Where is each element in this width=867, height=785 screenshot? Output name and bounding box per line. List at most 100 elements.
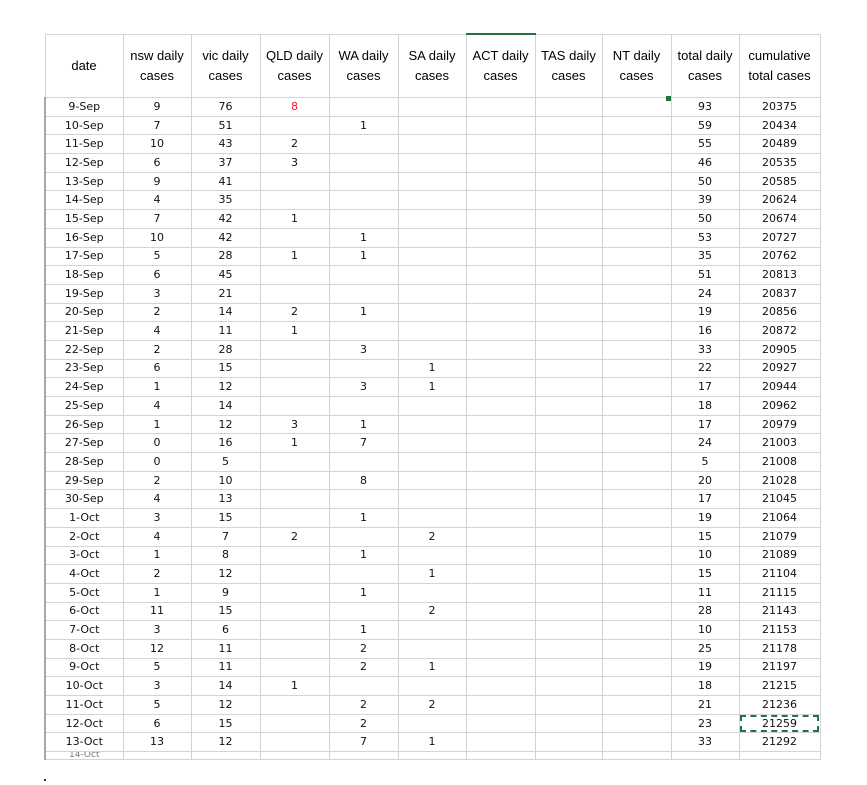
value-cell[interactable] [465, 676, 536, 696]
value-cell[interactable] [465, 695, 536, 715]
value-cell[interactable] [738, 751, 821, 761]
value-cell[interactable] [465, 564, 536, 584]
value-cell[interactable]: 20944 [738, 377, 821, 397]
value-cell[interactable]: 20813 [738, 265, 821, 285]
value-cell[interactable]: 20727 [738, 227, 821, 248]
value-cell[interactable]: 2 [328, 657, 399, 678]
value-cell[interactable] [328, 153, 399, 173]
value-cell[interactable]: 20927 [738, 358, 821, 379]
value-cell[interactable] [601, 582, 672, 603]
value-cell[interactable] [534, 489, 603, 510]
date-cell[interactable]: 13-Sep [44, 171, 124, 192]
value-cell[interactable]: 3 [122, 283, 192, 304]
value-cell[interactable] [465, 508, 536, 528]
value-cell[interactable] [601, 115, 672, 136]
value-cell[interactable]: 19 [670, 508, 740, 528]
value-cell[interactable] [601, 657, 672, 678]
value-cell[interactable] [465, 339, 536, 360]
value-cell[interactable] [259, 732, 330, 753]
value-cell[interactable] [397, 751, 467, 761]
value-cell[interactable]: 10 [122, 227, 192, 248]
value-cell[interactable] [328, 358, 399, 379]
date-cell[interactable]: 26-Sep [44, 414, 124, 435]
value-cell[interactable] [397, 620, 467, 640]
date-cell[interactable]: 12-Oct [44, 713, 124, 734]
value-cell[interactable] [328, 601, 399, 622]
date-cell[interactable]: 13-Oct [44, 732, 124, 753]
value-cell[interactable]: 3 [259, 153, 330, 173]
value-cell[interactable]: 21104 [738, 564, 821, 584]
value-cell[interactable] [601, 339, 672, 360]
value-cell[interactable] [465, 171, 536, 192]
value-cell[interactable] [534, 695, 603, 715]
value-cell[interactable] [534, 620, 603, 640]
value-cell[interactable]: 10 [670, 620, 740, 640]
value-cell[interactable] [534, 414, 603, 435]
value-cell[interactable] [397, 433, 467, 454]
column-header[interactable]: QLD daily cases [259, 33, 330, 98]
value-cell[interactable]: 53 [670, 227, 740, 248]
value-cell[interactable] [534, 751, 603, 761]
value-cell[interactable] [328, 209, 399, 229]
value-cell[interactable] [601, 638, 672, 659]
value-cell[interactable]: 93 [670, 97, 740, 117]
value-cell[interactable] [465, 470, 536, 491]
value-cell[interactable]: 20674 [738, 209, 821, 229]
value-cell[interactable] [397, 283, 467, 304]
value-cell[interactable] [328, 134, 399, 155]
date-cell[interactable]: 18-Sep [44, 265, 124, 285]
value-cell[interactable]: 13 [122, 732, 192, 753]
value-cell[interactable]: 20375 [738, 97, 821, 117]
value-cell[interactable] [601, 470, 672, 491]
value-cell[interactable]: 1 [259, 433, 330, 454]
date-cell[interactable]: 9-Oct [44, 657, 124, 678]
date-cell[interactable]: 11-Oct [44, 695, 124, 715]
value-cell[interactable] [328, 526, 399, 547]
value-cell[interactable]: 4 [122, 489, 192, 510]
value-cell[interactable] [534, 582, 603, 603]
value-cell[interactable]: 20434 [738, 115, 821, 136]
value-cell[interactable] [397, 209, 467, 229]
date-cell[interactable]: 1-Oct [44, 508, 124, 528]
value-cell[interactable]: 5 [122, 246, 192, 267]
value-cell[interactable]: 11 [122, 601, 192, 622]
value-cell[interactable] [465, 620, 536, 640]
value-cell[interactable] [465, 414, 536, 435]
value-cell[interactable]: 4 [122, 321, 192, 341]
value-cell[interactable]: 33 [670, 339, 740, 360]
value-cell[interactable] [601, 134, 672, 155]
column-header[interactable]: cumulative total cases [738, 33, 821, 98]
value-cell[interactable] [534, 601, 603, 622]
value-cell[interactable]: 24 [670, 433, 740, 454]
value-cell[interactable] [259, 396, 330, 416]
value-cell[interactable]: 11 [190, 657, 261, 678]
date-cell[interactable]: 10-Sep [44, 115, 124, 136]
value-cell[interactable]: 20624 [738, 190, 821, 211]
value-cell[interactable] [601, 489, 672, 510]
value-cell[interactable] [534, 638, 603, 659]
value-cell[interactable]: 5 [670, 452, 740, 472]
value-cell[interactable] [259, 564, 330, 584]
value-cell[interactable]: 21079 [738, 526, 821, 547]
date-cell[interactable]: 30-Sep [44, 489, 124, 510]
value-cell[interactable]: 35 [670, 246, 740, 267]
value-cell[interactable]: 37 [190, 153, 261, 173]
value-cell[interactable]: 10 [122, 134, 192, 155]
value-cell[interactable]: 6 [122, 358, 192, 379]
value-cell[interactable] [534, 676, 603, 696]
value-cell[interactable]: 11 [670, 582, 740, 603]
value-cell[interactable] [601, 321, 672, 341]
value-cell[interactable] [465, 526, 536, 547]
value-cell[interactable]: 33 [670, 732, 740, 753]
value-cell[interactable] [534, 358, 603, 379]
value-cell[interactable]: 17 [670, 414, 740, 435]
value-cell[interactable] [328, 283, 399, 304]
value-cell[interactable] [601, 526, 672, 547]
value-cell[interactable]: 18 [670, 676, 740, 696]
value-cell[interactable]: 0 [122, 433, 192, 454]
value-cell[interactable] [534, 302, 603, 323]
value-cell[interactable] [465, 190, 536, 211]
value-cell[interactable]: 12 [190, 695, 261, 715]
date-cell[interactable]: 28-Sep [44, 452, 124, 472]
value-cell[interactable]: 42 [190, 209, 261, 229]
